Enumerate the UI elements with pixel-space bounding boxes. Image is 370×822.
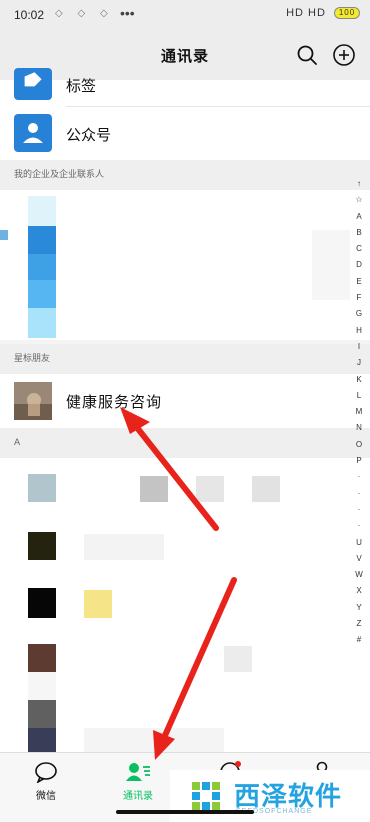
- index-letter[interactable]: F: [350, 290, 368, 306]
- add-icon[interactable]: [332, 43, 356, 67]
- blurred-avatar: [28, 644, 56, 672]
- index-letter[interactable]: P: [350, 453, 368, 469]
- tab-chats[interactable]: 微信: [16, 761, 76, 802]
- index-letter[interactable]: L: [350, 388, 368, 404]
- index-letter[interactable]: ·: [350, 518, 368, 534]
- official-accounts-row[interactable]: 公众号: [0, 106, 370, 160]
- status-bar: 10:02 ◇ ◇ ◇ ••• HD HD 100: [0, 0, 370, 30]
- blurred-avatar: [28, 532, 56, 560]
- blurred-avatar: [28, 728, 56, 752]
- home-indicator: [116, 810, 254, 814]
- index-letter[interactable]: B: [350, 225, 368, 241]
- blurred-avatar: [28, 280, 56, 308]
- section-header-a: A: [0, 428, 370, 458]
- blurred-fragment: [312, 230, 350, 300]
- blurred-avatar: [28, 196, 56, 226]
- status-time: 10:02: [14, 8, 45, 22]
- notification-icons: ◇ ◇ ◇: [55, 8, 114, 19]
- contacts-list-blurred: [0, 458, 370, 752]
- index-letter[interactable]: K: [350, 372, 368, 388]
- tags-label: 标签: [66, 77, 97, 95]
- index-letter[interactable]: H: [350, 323, 368, 339]
- index-letter[interactable]: X: [350, 583, 368, 599]
- section-header-starred: 星标朋友: [0, 344, 370, 374]
- tab-contacts[interactable]: 通讯录: [108, 761, 168, 802]
- starred-contact-row[interactable]: 健康服务咨询: [0, 374, 370, 428]
- index-letter[interactable]: ☆: [350, 192, 368, 208]
- blurred-text: [84, 590, 112, 618]
- blurred-avatar: [28, 254, 56, 280]
- search-icon[interactable]: [295, 43, 319, 67]
- blurred-avatar: [28, 474, 56, 502]
- blurred-fragment: [0, 230, 8, 240]
- more-notifications-icon: •••: [120, 5, 135, 21]
- index-letter[interactable]: W: [350, 567, 368, 583]
- index-letter[interactable]: G: [350, 306, 368, 322]
- chat-bubble-icon: [35, 762, 57, 783]
- index-letter[interactable]: J: [350, 355, 368, 371]
- index-letter[interactable]: E: [350, 274, 368, 290]
- alphabet-index-bar[interactable]: ↑ ☆ A B C D E F G H I J K L M N O P · · · · U V W X Y Z #: [350, 176, 368, 649]
- starred-contact-name: 健康服务咨询: [66, 393, 163, 411]
- blurred-avatar: [28, 226, 56, 254]
- contacts-icon: [126, 763, 150, 781]
- index-letter[interactable]: #: [350, 632, 368, 648]
- index-letter[interactable]: U: [350, 535, 368, 551]
- blurred-text: [84, 728, 224, 752]
- index-letter[interactable]: N: [350, 420, 368, 436]
- blurred-text: [224, 646, 252, 672]
- row-divider: [66, 106, 370, 107]
- official-accounts-label: 公众号: [66, 126, 112, 144]
- enterprise-contacts-blurred: [0, 190, 370, 340]
- status-right-icons: HD HD 100: [286, 7, 360, 20]
- index-letter[interactable]: C: [350, 241, 368, 257]
- official-account-icon: [14, 114, 52, 152]
- index-letter[interactable]: Z: [350, 616, 368, 632]
- index-letter[interactable]: Y: [350, 600, 368, 616]
- section-header-enterprise: 我的企业及企业联系人: [0, 160, 370, 190]
- blurred-text: [84, 534, 164, 560]
- blurred-avatar: [28, 700, 56, 728]
- blurred-text: [196, 476, 224, 502]
- blurred-avatar: [28, 672, 56, 700]
- tab-contacts-label: 通讯录: [123, 791, 153, 802]
- contact-avatar: [14, 382, 52, 420]
- index-letter[interactable]: ↑: [350, 176, 368, 192]
- top-nav-bar: 通讯录: [0, 30, 370, 80]
- battery-icon: 100: [334, 7, 360, 20]
- index-letter[interactable]: A: [350, 209, 368, 225]
- index-letter[interactable]: I: [350, 339, 368, 355]
- tags-row[interactable]: 标签: [0, 68, 370, 106]
- index-letter[interactable]: O: [350, 437, 368, 453]
- index-letter[interactable]: D: [350, 257, 368, 273]
- blurred-text: [140, 476, 168, 502]
- blurred-text: [252, 476, 280, 502]
- index-letter[interactable]: ·: [350, 502, 368, 518]
- index-letter[interactable]: M: [350, 404, 368, 420]
- index-letter[interactable]: ·: [350, 469, 368, 485]
- tag-icon: [14, 68, 52, 100]
- blurred-avatar: [28, 588, 56, 618]
- blurred-avatar: [28, 308, 56, 338]
- tab-chats-label: 微信: [36, 791, 56, 802]
- index-letter[interactable]: V: [350, 551, 368, 567]
- index-letter[interactable]: ·: [350, 486, 368, 502]
- signal-hd-text: HD HD: [286, 7, 326, 19]
- watermark: 西泽软件 SEEDSOFCHANGE: [170, 770, 370, 822]
